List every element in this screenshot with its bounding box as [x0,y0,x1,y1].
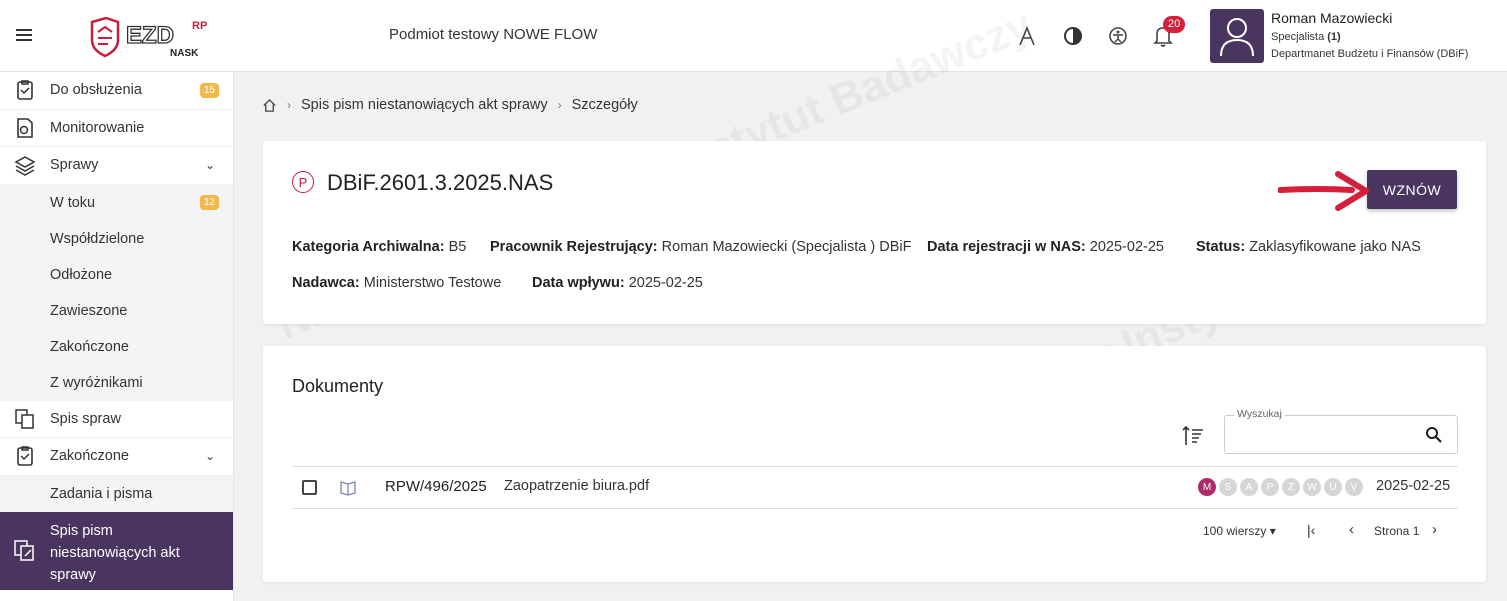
search-icon[interactable] [1425,426,1443,444]
sidebar-item-odlozone[interactable]: Odłożone [0,256,233,293]
sidebar-item-spis-pism-nas[interactable]: Spis pism niestanowiących akt sprawy [0,511,233,590]
document-flags: M S A P Z W U V [1198,478,1363,496]
flag-badge: U [1324,478,1342,496]
breadcrumb-link[interactable]: Spis pism niestanowiących akt sprawy [301,97,548,113]
divider [292,508,1458,509]
svg-text:RP: RP [192,20,207,32]
sort-icon[interactable] [1181,424,1205,448]
documents-card: Dokumenty Wyszukaj RPW/496/2025 Zaopatrz… [263,346,1486,582]
sidebar-item-sprawy[interactable]: Sprawy ⌄ [0,147,233,185]
sidebar-item-zakonczone[interactable]: Zakończone [0,328,233,365]
monitor-icon [13,116,37,140]
page-indicator: Strona 1 [1374,524,1420,538]
resume-button[interactable]: WZNÓW [1367,170,1457,209]
chevron-down-icon: ⌄ [204,158,215,173]
next-page-icon[interactable]: › [1432,521,1437,538]
flag-badge: M [1198,478,1216,496]
home-icon[interactable] [262,98,277,113]
breadcrumb-current: Szczegóły [571,97,638,113]
menu-icon[interactable] [16,26,38,44]
table-row[interactable]: RPW/496/2025 Zaopatrzenie biura.pdf M S … [292,467,1458,508]
page-title: DBiF.2601.3.2025.NAS [327,170,554,195]
flag-badge: W [1303,478,1321,496]
flag-badge: S [1219,478,1237,496]
sidebar-item-zakonczone-group[interactable]: Zakończone ⌄ [0,438,233,476]
sidebar-item-do-obsluzenia[interactable]: Do obsłużenia 15 [0,72,233,110]
sidebar-item-spis-spraw[interactable]: Spis spraw [0,401,233,438]
meta-status: Status: Zaklasyfikowane jako NAS [1196,239,1421,255]
annotation-arrow [1278,171,1369,211]
ezd-logo[interactable]: EZD RP NASK [88,14,218,60]
flag-badge: Z [1282,478,1300,496]
entity-name: Podmiot testowy NOWE FLOW [389,26,598,43]
document-date: 2025-02-25 [1376,478,1451,494]
svg-text:EZD: EZD [126,22,174,49]
document-name[interactable]: Zaopatrzenie biura.pdf [504,478,649,494]
case-type-badge: P [292,171,314,193]
top-bar: EZD RP NASK Podmiot testowy NOWE FLOW 20… [0,0,1507,72]
sidebar-item-zadania-i-pisma[interactable]: Zadania i pisma [0,475,233,512]
font-size-icon[interactable] [1015,24,1039,48]
sidebar-item-w-toku[interactable]: W toku 12 [0,184,233,221]
contrast-icon[interactable] [1061,24,1085,48]
bell-icon[interactable]: 20 [1151,16,1186,48]
sidebar-item-wspoldzielone[interactable]: Współdzielone [0,220,233,257]
search-input[interactable] [1224,415,1458,454]
book-icon[interactable] [339,478,357,496]
meta-data-wplywu: Data wpływu: 2025-02-25 [532,275,703,291]
clipboard-icon [13,78,37,102]
layers-icon [13,153,37,177]
flag-badge: A [1240,478,1258,496]
row-checkbox[interactable] [302,480,317,495]
prev-page-icon[interactable]: ‹ [1349,521,1354,538]
search-label: Wyszukaj [1234,408,1285,420]
rows-per-page-select[interactable]: 100 wierszy ▾ [1203,524,1276,538]
avatar[interactable] [1210,9,1264,63]
user-role: Specjalista (1) [1271,31,1341,43]
chevron-down-icon: ⌄ [204,449,215,464]
meta-nadawca: Nadawca: Ministerstwo Testowe [292,275,502,291]
documents-edit-icon [13,539,37,567]
meta-data-rejestracji: Data rejestracji w NAS: 2025-02-25 [927,239,1164,255]
flag-badge: P [1261,478,1279,496]
section-title: Dokumenty [292,376,384,396]
clipboard-check-icon [13,444,37,468]
documents-icon [13,407,37,431]
sidebar-item-z-wyroznikami[interactable]: Z wyróżnikami [0,364,233,401]
breadcrumb: › Spis pism niestanowiących akt sprawy ›… [262,97,638,113]
count-badge: 12 [199,195,219,210]
first-page-icon[interactable]: |‹ [1307,522,1315,538]
document-number[interactable]: RPW/496/2025 [385,478,487,495]
meta-kategoria: Kategoria Archiwalna: B5 [292,239,467,255]
meta-pracownik: Pracownik Rejestrujący: Roman Mazowiecki… [490,239,912,255]
svg-text:NASK: NASK [170,48,199,59]
notification-count: 20 [1163,16,1186,33]
accessibility-icon[interactable] [1106,24,1130,48]
flag-badge: V [1345,478,1363,496]
sidebar-item-zawieszone[interactable]: Zawieszone [0,292,233,329]
sidebar: Do obsłużenia 15 Monitorowanie Sprawy ⌄ … [0,72,234,601]
sidebar-item-monitorowanie[interactable]: Monitorowanie [0,110,233,147]
user-name: Roman Mazowiecki [1271,10,1393,26]
user-department: Departmanet Budżetu i Finansów (DBiF) [1271,48,1469,60]
count-badge: 15 [199,82,219,98]
